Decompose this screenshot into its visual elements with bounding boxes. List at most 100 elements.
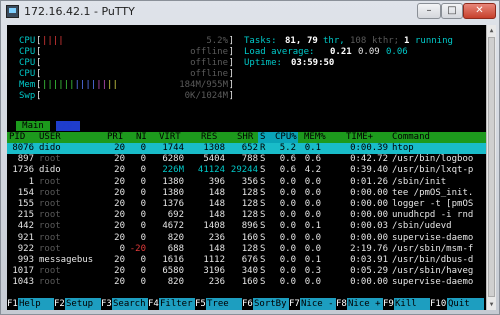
cell-shr: 896	[241, 221, 258, 232]
cell-time: 0:00.00	[350, 187, 388, 198]
cell-shr: 652	[241, 143, 258, 153]
uptime-label: Uptime:	[244, 58, 282, 68]
table-row[interactable]: 921 root 20 0 820 236 160 S 0.0 0.0 0:00.00 supervi…	[7, 233, 486, 244]
table-row[interactable]: 155 root 20 0 1376 148 128 S 0.0 0.0 0:00.00 logger…	[7, 199, 486, 210]
col-pid[interactable]: PID	[9, 132, 25, 143]
fkey-f9[interactable]: F9	[383, 298, 394, 310]
maximize-button[interactable]: □	[441, 3, 463, 19]
col-command[interactable]: Command	[392, 132, 430, 143]
fkey-f5[interactable]: F5	[195, 298, 206, 310]
fkey-label-filter[interactable]: Filter	[159, 298, 195, 310]
fkey-label-sortby[interactable]: SortBy	[253, 298, 289, 310]
table-row[interactable]: 1 root 20 0 1380 396 356 S 0.0 0.0 0:01.26/sbin/in…	[7, 177, 486, 188]
cell-cpu: 0.0	[279, 266, 296, 277]
terminal-area[interactable]: CPU [ |||| 5.2% ] CPU [ offline ] CPU [ …	[7, 25, 486, 310]
fkey-f4[interactable]: F4	[148, 298, 159, 310]
cell-command: /usr/bin/dbus-d	[392, 255, 474, 265]
scroll-thumb[interactable]	[488, 37, 495, 297]
fkey-f2[interactable]: F2	[54, 298, 65, 310]
fkey-f10[interactable]: F10	[430, 298, 446, 310]
fkey-label-kill[interactable]: Kill	[394, 298, 430, 310]
cell-pri: 20	[114, 266, 125, 277]
cell-user: dido	[39, 143, 61, 153]
cell-mem: 0.1	[304, 221, 321, 232]
table-row[interactable]: 1736 dido 20 0 226M 41124 29244 S 0.6 4.2 0:39.40 /…	[7, 165, 486, 176]
cell-s: S	[260, 199, 266, 209]
mem-label: Mem	[19, 80, 36, 90]
cell-res: 41124	[197, 165, 225, 176]
cell-cpu: 0.6	[279, 154, 296, 165]
vertical-scrollbar[interactable]: ▲ ▼	[486, 25, 496, 310]
meter-bracket-open: [	[36, 69, 42, 79]
table-row[interactable]: 8076 dido 20 0 1744 1308 652 R 5.2 0.1 0:00.39 htop	[7, 143, 486, 154]
fkey-label-setup[interactable]: Setup	[65, 298, 101, 310]
fkey-label-quit[interactable]: Quit	[447, 298, 484, 310]
fkey-label-help[interactable]: Help	[18, 298, 54, 310]
thr-value: 79	[307, 36, 318, 46]
fkey-f3[interactable]: F3	[101, 298, 112, 310]
cell-s: S	[260, 277, 266, 288]
cell-command: htop	[392, 143, 414, 153]
cell-cpu: 0.6	[279, 165, 296, 176]
cell-cpu: 0.0	[279, 210, 296, 221]
load-1min: 0.21	[330, 47, 352, 57]
cell-shr: 356	[241, 176, 258, 187]
fkey-label-nice[interactable]: Nice -	[300, 298, 336, 310]
function-key-bar: F1 Help F2 Setup F3 Search F4 Filter F5 Tree F6 Sor…	[7, 298, 486, 310]
table-row[interactable]: 215 root 20 0 692 148 128 S 0.0 0.0 0:00.00 unudhcp…	[7, 210, 486, 221]
cell-res: 5404	[203, 154, 225, 165]
meter-bracket-open: [	[36, 80, 42, 90]
cell-mem: 0.0	[304, 187, 321, 198]
table-row[interactable]: 1043 root 20 0 820 236 160 S 0.0 0.0 0:00.00 superv…	[7, 277, 486, 288]
col-res[interactable]: RES	[201, 132, 217, 143]
fkey-f6[interactable]: F6	[242, 298, 253, 310]
minimize-button[interactable]: –	[417, 3, 441, 19]
fkey-f8[interactable]: F8	[336, 298, 347, 310]
col-user[interactable]: USER	[39, 132, 61, 143]
cell-command: /usr/bin/logboo	[392, 154, 474, 165]
col-cpu[interactable]: CPU%	[275, 132, 297, 143]
fkey-label-search[interactable]: Search	[112, 298, 148, 310]
col-mem[interactable]: MEM%	[304, 132, 326, 143]
fkey-label-nice[interactable]: Nice +	[347, 298, 383, 310]
col-s[interactable]: S	[260, 132, 265, 143]
running-value: 1	[404, 36, 410, 46]
table-row[interactable]: 922 root 0 -20 688 148 128 S 0.0 0.0 2:19.76/usr/s…	[7, 244, 486, 255]
putty-icon[interactable]	[6, 5, 19, 18]
cell-pri: 20	[114, 199, 125, 209]
cell-ni: 0	[140, 255, 146, 265]
col-pri[interactable]: PRI	[107, 132, 123, 143]
cell-shr: 29244	[230, 165, 258, 176]
cell-mem: 0.3	[304, 266, 321, 277]
fkey-f7[interactable]: F7	[289, 298, 300, 310]
table-row[interactable]: 897 root 20 0 6280 5404 788 S 0.6 0.6 0:42.72/usr/…	[7, 154, 486, 165]
cell-ni: 0	[140, 176, 146, 187]
cell-virt: 692	[167, 210, 184, 221]
table-row[interactable]: 1017 root 20 0 6580 3196 340 S 0.0 0.3 0:05.29/usr…	[7, 266, 486, 277]
col-ni[interactable]: NI	[136, 132, 147, 143]
cell-cpu: 0.0	[279, 199, 296, 209]
swp-value: 0K/1024M	[184, 91, 228, 101]
scroll-up-icon[interactable]: ▲	[488, 26, 495, 35]
cell-command: /usr/bin/lxqt-p	[392, 165, 474, 176]
cell-res: 1112	[203, 255, 225, 265]
col-virt[interactable]: VIRT	[159, 132, 181, 143]
fkey-label-tree[interactable]: Tree	[206, 298, 242, 310]
cell-cpu: 0.0	[279, 176, 296, 187]
fkey-f1[interactable]: F1	[7, 298, 18, 310]
cell-virt: 1380	[162, 187, 184, 198]
table-row[interactable]: 442 root 20 0 4672 1408 896 S 0.0 0.1 0:00.03/sbin…	[7, 221, 486, 232]
title-bar[interactable]: 172.16.42.1 - PuTTY – □ ✕	[1, 1, 499, 23]
meter-bracket-open: [	[36, 36, 42, 46]
tab-main[interactable]: Main	[16, 121, 50, 131]
tab-io[interactable]: I/O	[56, 121, 80, 131]
cell-mem: 0.0	[304, 210, 321, 221]
cell-time: 0:42.72	[350, 154, 388, 165]
cell-user: root	[39, 187, 61, 198]
col-time[interactable]: TIME+	[346, 132, 373, 143]
col-shr[interactable]: SHR	[237, 132, 253, 143]
table-row[interactable]: 154 root 20 0 1380 148 128 S 0.0 0.0 0:00.00 tee /p…	[7, 188, 486, 199]
close-button[interactable]: ✕	[463, 3, 496, 19]
table-row[interactable]: 993 messagebus 20 0 1616 1112 676 S 0.0 0.1 0:03.9…	[7, 255, 486, 266]
scroll-down-icon[interactable]: ▼	[488, 300, 495, 309]
